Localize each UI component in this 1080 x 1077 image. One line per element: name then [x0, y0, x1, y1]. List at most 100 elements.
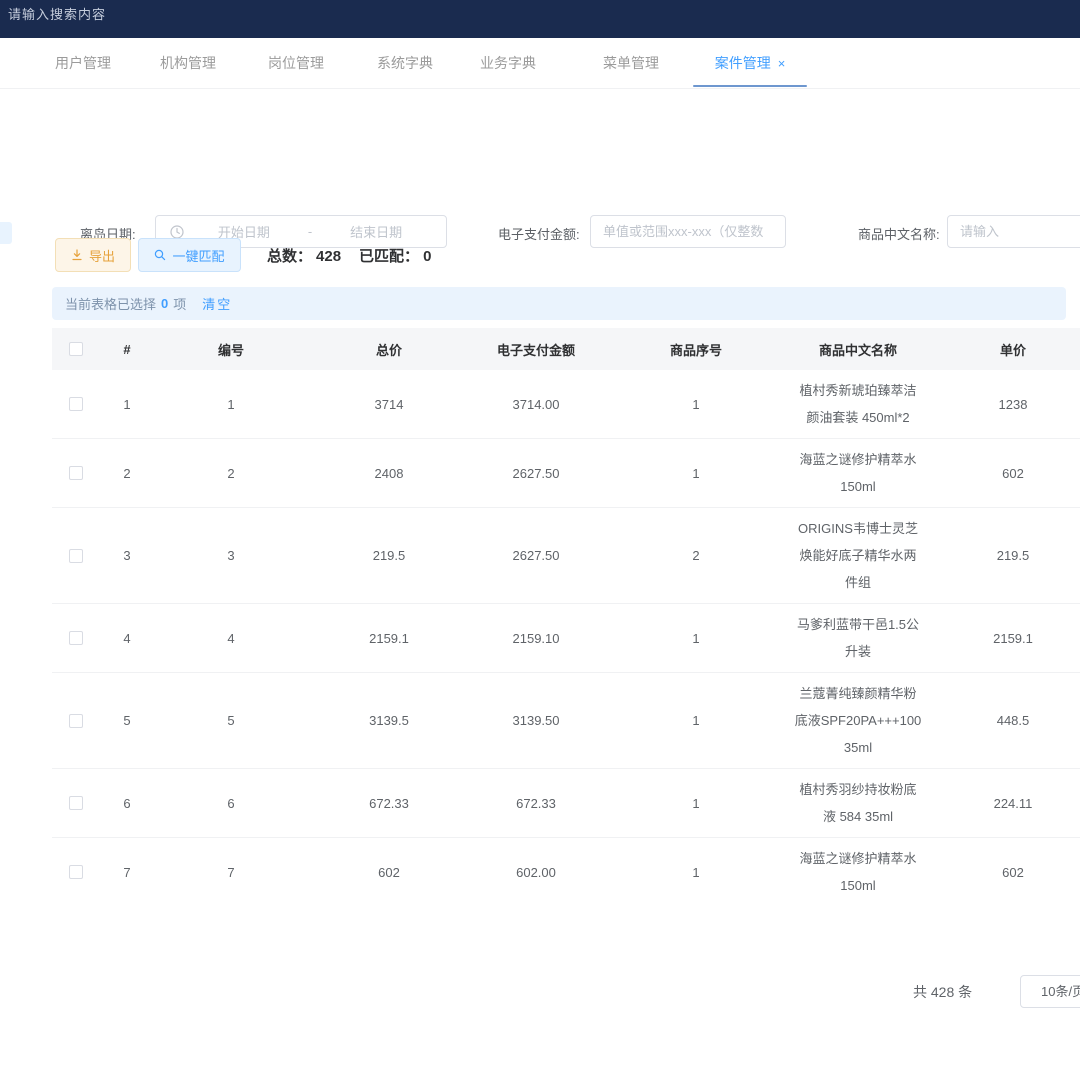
- select-all-checkbox-cell: [52, 328, 100, 370]
- row-code: 1: [154, 370, 308, 439]
- matched-label: 已匹配：: [359, 248, 419, 265]
- data-table: #编号总价电子支付金额商品序号商品中文名称单价 1137143714.001植村…: [52, 328, 1080, 903]
- table-row: 66672.33672.331植村秀羽纱持妆粉底液 584 35ml224.11: [52, 769, 1080, 838]
- row-total: 2408: [308, 439, 470, 508]
- product-name-input[interactable]: [947, 215, 1080, 248]
- selection-count: 0: [161, 296, 168, 311]
- tab-机构管理[interactable]: 机构管理: [160, 38, 216, 88]
- row-item-no: 1: [602, 673, 790, 769]
- row-item-no: 1: [602, 370, 790, 439]
- tab-label: 岗位管理: [268, 55, 324, 71]
- row-checkbox-cell: [52, 769, 100, 838]
- row-code: 5: [154, 673, 308, 769]
- table-row: 1137143714.001植村秀新琥珀臻萃洁颜油套装 450ml*21238: [52, 370, 1080, 439]
- search-icon: [154, 249, 166, 261]
- column-header: 商品中文名称: [790, 328, 926, 370]
- row-checkbox[interactable]: [69, 796, 83, 810]
- row-checkbox[interactable]: [69, 397, 83, 411]
- tab-岗位管理[interactable]: 岗位管理: [268, 38, 324, 88]
- row-checkbox[interactable]: [69, 865, 83, 879]
- clock-icon: [170, 225, 184, 239]
- epay-amount-label: 电子支付金额:: [498, 224, 580, 243]
- row-unit-price: 219.5: [926, 508, 1080, 604]
- export-button-label: 导出: [89, 246, 115, 265]
- row-index: 7: [100, 838, 154, 904]
- filter-row: 离岛日期: 开始日期 - 结束日期 电子支付金额: 商品中文名称:: [0, 89, 1080, 169]
- export-button[interactable]: 导出: [55, 238, 131, 272]
- row-code: 2: [154, 439, 308, 508]
- product-name-label: 商品中文名称:: [858, 224, 940, 243]
- tab-系统字典[interactable]: 系统字典: [377, 38, 433, 88]
- top-navbar: 请输入搜索内容: [0, 0, 1080, 38]
- row-unit-price: 2159.1: [926, 604, 1080, 673]
- row-code: 6: [154, 769, 308, 838]
- row-unit-price: 602: [926, 439, 1080, 508]
- row-product-name: 海蓝之谜修护精萃水 150ml: [790, 838, 926, 904]
- row-epay: 2159.10: [470, 604, 602, 673]
- row-checkbox[interactable]: [69, 714, 83, 728]
- row-code: 4: [154, 604, 308, 673]
- tab-label: 菜单管理: [603, 55, 659, 71]
- row-unit-price: 602: [926, 838, 1080, 904]
- row-item-no: 1: [602, 604, 790, 673]
- download-icon: [71, 249, 83, 261]
- tab-业务字典[interactable]: 业务字典: [480, 38, 536, 88]
- tab-案件管理[interactable]: 案件管理 ×: [693, 38, 807, 88]
- one-click-match-button[interactable]: 一键匹配: [138, 238, 241, 272]
- row-total: 219.5: [308, 508, 470, 604]
- row-checkbox-cell: [52, 604, 100, 673]
- tab-菜单管理[interactable]: 菜单管理: [603, 38, 659, 88]
- row-checkbox[interactable]: [69, 549, 83, 563]
- select-all-checkbox[interactable]: [69, 342, 83, 356]
- row-item-no: 1: [602, 439, 790, 508]
- epay-amount-input[interactable]: [590, 215, 786, 248]
- clear-selection-link[interactable]: 清空: [202, 294, 232, 313]
- table-body: 1137143714.001植村秀新琥珀臻萃洁颜油套装 450ml*212382…: [52, 370, 1080, 903]
- row-epay: 602.00: [470, 838, 602, 904]
- row-total: 3714: [308, 370, 470, 439]
- row-total: 3139.5: [308, 673, 470, 769]
- table-row: 77602602.001海蓝之谜修护精萃水 150ml602: [52, 838, 1080, 904]
- selection-suffix: 项: [173, 294, 186, 313]
- row-index: 3: [100, 508, 154, 604]
- row-epay: 3714.00: [470, 370, 602, 439]
- column-header: 总价: [308, 328, 470, 370]
- row-epay: 2627.50: [470, 508, 602, 604]
- row-checkbox-cell: [52, 439, 100, 508]
- column-header: 电子支付金额: [470, 328, 602, 370]
- row-product-name: 马爹利蓝带干邑1.5公升装: [790, 604, 926, 673]
- row-checkbox-cell: [52, 508, 100, 604]
- row-checkbox-cell: [52, 838, 100, 904]
- global-search-input[interactable]: 请输入搜索内容: [8, 4, 106, 23]
- selection-prefix: 当前表格已选择: [65, 294, 156, 313]
- close-icon[interactable]: ×: [778, 56, 786, 71]
- tab-label: 用户管理: [55, 55, 111, 71]
- table-container: #编号总价电子支付金额商品序号商品中文名称单价 1137143714.001植村…: [52, 328, 1080, 903]
- row-epay: 2627.50: [470, 439, 602, 508]
- row-checkbox-cell: [52, 673, 100, 769]
- row-index: 4: [100, 604, 154, 673]
- row-item-no: 1: [602, 838, 790, 904]
- date-range-separator: -: [304, 224, 316, 239]
- end-date-placeholder: 结束日期: [316, 222, 436, 241]
- table-header: #编号总价电子支付金额商品序号商品中文名称单价: [52, 328, 1080, 370]
- tab-用户管理[interactable]: 用户管理: [55, 38, 111, 88]
- tab-label: 系统字典: [377, 55, 433, 71]
- row-product-name: ORIGINS韦博士灵芝焕能好底子精华水两件组: [790, 508, 926, 604]
- table-row: 442159.12159.101马爹利蓝带干邑1.5公升装2159.1: [52, 604, 1080, 673]
- row-unit-price: 1238: [926, 370, 1080, 439]
- total-label: 总数：: [267, 248, 312, 265]
- row-total: 672.33: [308, 769, 470, 838]
- page-size-select[interactable]: 10条/页: [1020, 975, 1080, 1008]
- row-index: 6: [100, 769, 154, 838]
- row-total: 602: [308, 838, 470, 904]
- row-unit-price: 224.11: [926, 769, 1080, 838]
- row-unit-price: 448.5: [926, 673, 1080, 769]
- row-product-name: 植村秀羽纱持妆粉底液 584 35ml: [790, 769, 926, 838]
- row-product-name: 兰蔻菁纯臻颜精华粉底液SPF20PA+++100 35ml: [790, 673, 926, 769]
- column-header: 商品序号: [602, 328, 790, 370]
- column-header: #: [100, 328, 154, 370]
- tab-label: 案件管理: [715, 55, 771, 71]
- row-checkbox[interactable]: [69, 631, 83, 645]
- row-checkbox[interactable]: [69, 466, 83, 480]
